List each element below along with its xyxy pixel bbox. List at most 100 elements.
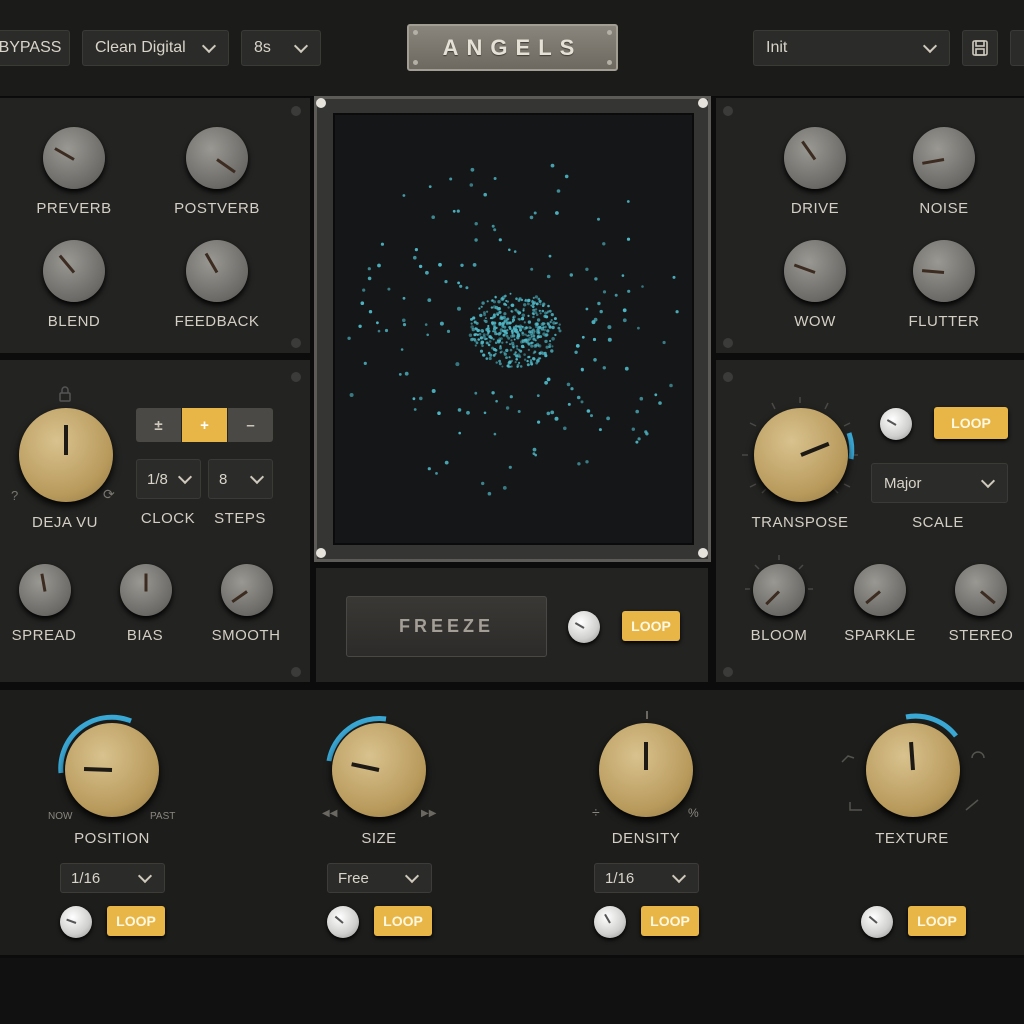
bias-knob[interactable] <box>120 564 172 616</box>
size-sync-dropdown[interactable]: Free <box>327 863 432 893</box>
particle <box>523 303 527 307</box>
save-preset-button[interactable] <box>962 30 998 66</box>
position-probability-knob[interactable] <box>60 906 92 938</box>
wow-knob[interactable] <box>784 240 846 302</box>
particle <box>522 309 525 312</box>
algorithm-dropdown[interactable]: Clean Digital <box>82 30 229 66</box>
particle <box>482 311 486 315</box>
bloom-knob[interactable] <box>753 564 805 616</box>
knob-indicator <box>765 590 781 606</box>
transpose-probability-knob[interactable] <box>880 408 912 440</box>
smooth-knob[interactable] <box>221 564 273 616</box>
texture-loop-button[interactable]: LOOP <box>908 906 966 936</box>
preset-dropdown[interactable]: Init <box>753 30 950 66</box>
particle <box>549 320 552 324</box>
particle <box>507 306 510 309</box>
spread-knob[interactable] <box>19 564 71 616</box>
particle <box>404 371 409 376</box>
density-sync-dropdown[interactable]: 1/16 <box>594 863 699 893</box>
particle <box>487 343 491 347</box>
buffer-value: 8s <box>254 39 271 56</box>
steps-dropdown[interactable]: 8 <box>208 459 273 499</box>
particle <box>536 328 540 332</box>
particle <box>597 217 600 221</box>
texture-knob[interactable] <box>866 723 960 817</box>
texture-probability-knob[interactable] <box>861 906 893 938</box>
screw-dot <box>291 338 301 348</box>
particle <box>455 362 460 367</box>
density-percent-icon: % <box>688 806 699 820</box>
transpose-loop-button[interactable]: LOOP <box>934 407 1008 439</box>
particle <box>509 343 511 346</box>
particle <box>492 354 496 357</box>
knob-indicator <box>800 441 830 457</box>
size-knob[interactable] <box>332 723 426 817</box>
particle <box>597 301 601 306</box>
particle <box>585 307 589 311</box>
density-loop-button[interactable]: LOOP <box>641 906 699 936</box>
size-loop-button[interactable]: LOOP <box>374 906 432 936</box>
particle <box>400 348 404 351</box>
particle <box>513 250 517 253</box>
particle <box>457 408 462 412</box>
particle <box>456 209 460 213</box>
flutter-knob[interactable] <box>913 240 975 302</box>
deja-vu-knob[interactable] <box>19 408 113 502</box>
drive-knob[interactable] <box>784 127 846 189</box>
stereo-knob[interactable] <box>955 564 1007 616</box>
feedback-knob[interactable] <box>186 240 248 302</box>
sparkle-knob[interactable] <box>854 564 906 616</box>
help-icon[interactable]: ? <box>11 488 18 503</box>
particle <box>412 397 416 401</box>
particle <box>446 329 451 333</box>
mode-plus-button[interactable]: + <box>182 408 227 442</box>
transpose-knob[interactable] <box>754 408 848 502</box>
density-probability-knob[interactable] <box>594 906 626 938</box>
next-button[interactable] <box>1010 30 1024 66</box>
position-knob[interactable] <box>65 723 159 817</box>
preverb-knob[interactable] <box>43 127 105 189</box>
freeze-button[interactable]: FREEZE <box>346 596 547 657</box>
particle <box>637 437 641 441</box>
noise-knob[interactable] <box>913 127 975 189</box>
density-knob[interactable] <box>599 723 693 817</box>
particle <box>532 452 536 455</box>
particle <box>537 420 541 424</box>
particle <box>474 391 478 395</box>
particle <box>635 409 639 414</box>
particle <box>550 313 554 317</box>
particle <box>570 387 574 391</box>
bypass-label: BYPASS <box>0 39 62 56</box>
particle <box>465 286 469 290</box>
particle <box>472 316 476 320</box>
mode-minus-button[interactable]: – <box>228 408 273 442</box>
particle <box>621 274 625 277</box>
bypass-button[interactable]: BYPASS <box>0 30 70 66</box>
particle <box>427 298 432 302</box>
chevron-down-icon <box>137 868 153 884</box>
chevron-down-icon <box>201 38 217 54</box>
postverb-knob[interactable] <box>186 127 248 189</box>
particle <box>517 312 520 315</box>
freeze-probability-knob[interactable] <box>568 611 600 643</box>
freeze-loop-button[interactable]: LOOP <box>622 611 680 641</box>
lock-icon[interactable] <box>58 386 72 402</box>
size-forward-icon: ▶▶ <box>421 808 437 819</box>
reset-icon[interactable]: ⟳ <box>103 486 115 503</box>
particle <box>495 399 498 403</box>
scale-dropdown[interactable]: Major <box>871 463 1008 503</box>
size-probability-knob[interactable] <box>327 906 359 938</box>
particle <box>509 348 513 352</box>
particle <box>518 361 521 364</box>
particle <box>431 215 435 219</box>
corner-dot <box>698 98 708 108</box>
blend-knob[interactable] <box>43 240 105 302</box>
clock-dropdown[interactable]: 1/8 <box>136 459 201 499</box>
mode-bipolar-button[interactable]: ± <box>136 408 181 442</box>
particle <box>497 332 501 336</box>
noise-label: NOISE <box>919 200 969 217</box>
position-sync-dropdown[interactable]: 1/16 <box>60 863 165 893</box>
position-loop-button[interactable]: LOOP <box>107 906 165 936</box>
particle <box>460 263 464 267</box>
buffer-dropdown[interactable]: 8s <box>241 30 321 66</box>
